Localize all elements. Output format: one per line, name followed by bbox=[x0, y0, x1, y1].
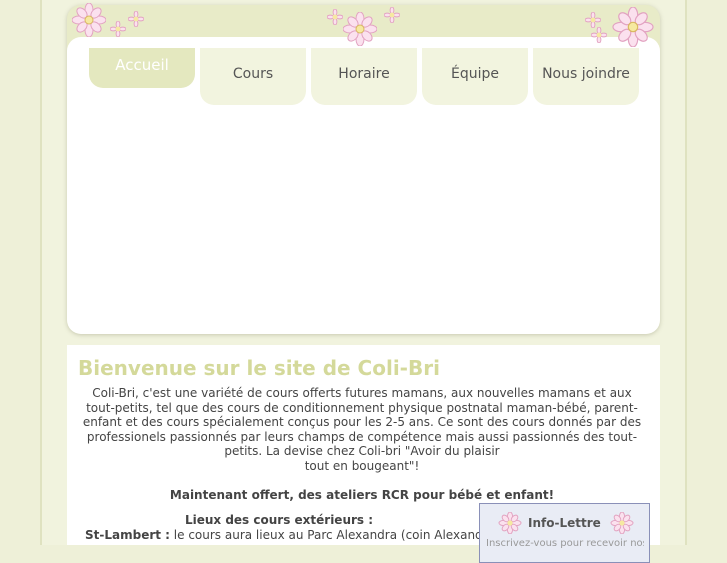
tab-nous-joindre[interactable]: Nous joindre bbox=[533, 48, 639, 105]
intro-text: Coli-Bri, c'est une variété de cours off… bbox=[82, 386, 642, 459]
tab-horaire[interactable]: Horaire bbox=[311, 48, 417, 105]
page-title: Bienvenue sur le site de Coli-Bri bbox=[78, 356, 440, 380]
daisy-flower-icon bbox=[585, 12, 601, 28]
daisy-flower-icon bbox=[72, 3, 106, 37]
daisy-flower-icon bbox=[343, 12, 377, 46]
daisy-flower-icon bbox=[498, 512, 522, 534]
tab-cours[interactable]: Cours bbox=[200, 48, 306, 105]
stlambert-text: le cours aura lieux au Parc Alexandra (c… bbox=[169, 528, 480, 542]
daisy-flower-icon bbox=[128, 11, 144, 27]
tab-equipe[interactable]: Équipe bbox=[422, 48, 528, 105]
infolettre-box[interactable]: Info-Lettre Inscrivez-vous pour recevoir… bbox=[479, 503, 650, 563]
infolettre-title: Info-Lettre bbox=[528, 516, 601, 530]
lieux-heading: Lieux des cours extérieurs : bbox=[184, 513, 374, 527]
stlambert-label: St-Lambert : bbox=[85, 528, 170, 542]
stlambert-location: St-Lambert : le cours aura lieux au Parc… bbox=[85, 528, 480, 542]
rcr-announcement: Maintenant offert, des ateliers RCR pour… bbox=[169, 488, 555, 502]
tab-accueil[interactable]: Accueil bbox=[89, 48, 195, 88]
daisy-flower-icon bbox=[384, 7, 400, 23]
daisy-flower-icon bbox=[327, 9, 343, 25]
intro-text-end: tout en bougeant"! bbox=[304, 458, 420, 473]
daisy-flower-icon bbox=[591, 27, 607, 43]
intro-paragraph: Coli-Bri, c'est une variété de cours off… bbox=[79, 386, 645, 474]
daisy-flower-icon bbox=[612, 7, 654, 47]
daisy-flower-icon bbox=[110, 21, 126, 37]
infolettre-subtitle: Inscrivez-vous pour recevoir nos infos bbox=[486, 538, 644, 549]
daisy-flower-icon bbox=[610, 512, 634, 534]
